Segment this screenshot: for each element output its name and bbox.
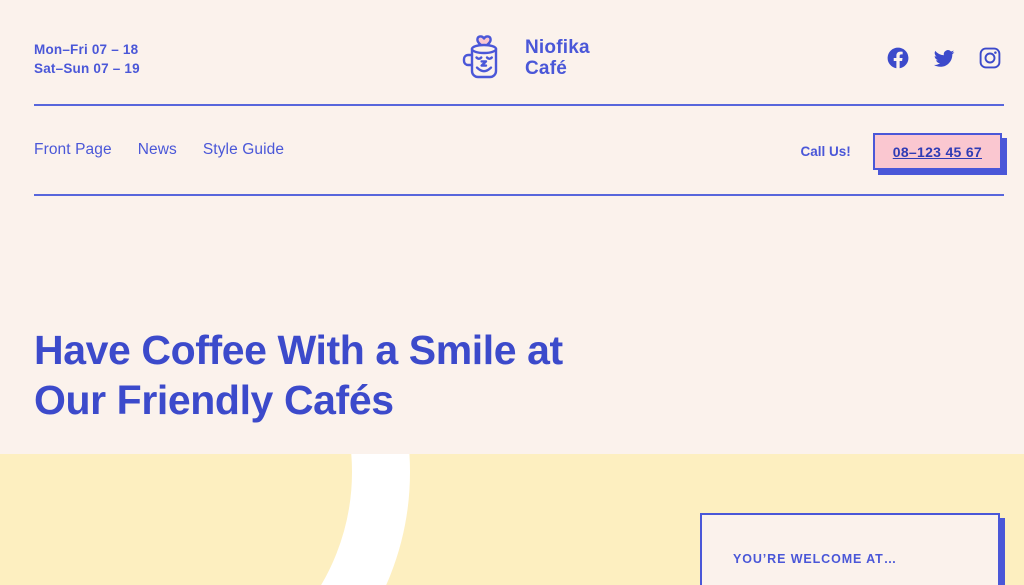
page-title-line2: Our Friendly Cafés — [34, 377, 394, 423]
hero-section: Have Coffee With a Smile at Our Friendly… — [34, 325, 734, 425]
brand-name-line2: Café — [525, 58, 567, 79]
nav-item-front-page[interactable]: Front Page — [34, 141, 112, 159]
welcome-card-heading: YOU’RE WELCOME AT… — [733, 552, 898, 566]
opening-hours-weekday: Mon–Fri 07 – 18 — [34, 42, 139, 57]
brand-logo[interactable]: Niofika Café — [455, 29, 590, 87]
facebook-icon[interactable] — [886, 46, 910, 70]
primary-navigation: Front Page News Style Guide — [34, 141, 284, 159]
page-root: Mon–Fri 07 – 18 Sat–Sun 07 – 19 Niofika … — [0, 0, 1024, 585]
page-title: Have Coffee With a Smile at Our Friendly… — [34, 325, 734, 425]
coffee-mug-smiley-heart-icon — [455, 29, 513, 87]
welcome-card: YOU’RE WELCOME AT… — [700, 513, 1000, 585]
call-us-group: Call Us! 08–123 45 67 — [800, 133, 1002, 170]
nav-row: Front Page News Style Guide Call Us! 08–… — [0, 106, 1024, 194]
call-us-label: Call Us! — [800, 144, 851, 159]
nav-item-news[interactable]: News — [138, 141, 177, 159]
twitter-icon[interactable] — [932, 46, 956, 70]
instagram-icon[interactable] — [978, 46, 1002, 70]
nav-item-style-guide[interactable]: Style Guide — [203, 141, 284, 159]
brand-name: Niofika Café — [525, 37, 590, 79]
opening-hours: Mon–Fri 07 – 18 Sat–Sun 07 – 19 — [34, 40, 140, 78]
header-divider-bottom — [34, 194, 1004, 196]
social-links — [886, 46, 1002, 70]
header-top-row: Mon–Fri 07 – 18 Sat–Sun 07 – 19 Niofika … — [0, 0, 1024, 105]
phone-number-button[interactable]: 08–123 45 67 — [872, 133, 1002, 170]
white-arc-decoration — [0, 454, 410, 585]
brand-name-line1: Niofika — [525, 37, 590, 58]
opening-hours-weekend: Sat–Sun 07 – 19 — [34, 61, 140, 76]
page-title-line1: Have Coffee With a Smile at — [34, 327, 563, 373]
